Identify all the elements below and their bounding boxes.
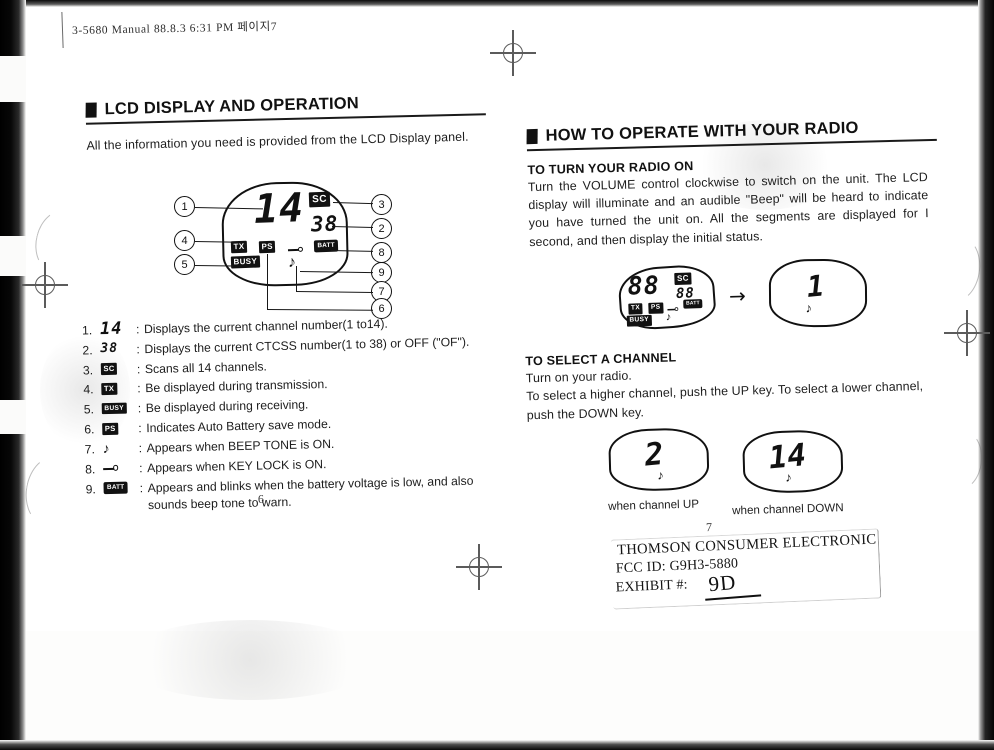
fcc-exhibit-value: 9D — [707, 569, 738, 597]
lcd-all-note-icon: ♪ — [665, 311, 672, 324]
scan-smudge — [120, 620, 380, 700]
legend-key-lock-icon — [103, 460, 139, 476]
turn-on-body: Turn the VOLUME control clockwise to swi… — [527, 169, 929, 249]
legend-item-index: 6. — [84, 422, 95, 437]
lcd-all-tx-badge: TX — [628, 303, 643, 315]
right-page-number: 7 — [705, 519, 713, 535]
left-page-number: 6 — [257, 491, 265, 507]
fcc-exhibit-label: EXHIBIT #: — [615, 577, 689, 596]
lcd-all-sc-badge: SC — [674, 272, 692, 286]
legend-symbol-text: 38 — [100, 340, 119, 357]
lcd-all-segments-digits: 88 — [627, 270, 661, 301]
legend-symbol-text: SC — [100, 362, 118, 376]
legend-segment-digits: 38 — [100, 341, 136, 357]
legend-badge-icon: TX — [101, 381, 137, 397]
leader-line — [267, 254, 269, 310]
lcd-sc-badge: SC — [308, 191, 331, 208]
fcc-stamp: THOMSON CONSUMER ELECTRONIC FCC ID: G9H3… — [610, 528, 882, 610]
scan-edge-bottom — [0, 740, 994, 750]
legend-symbol-text: BATT — [103, 481, 128, 495]
lcd-tx-badge: TX — [230, 240, 248, 254]
lcd-legend-list: 1. 14: Displays the current channel number… — [82, 313, 486, 518]
lcd-channel-down-note-icon: ♪ — [785, 469, 792, 485]
scan-edge-top — [0, 0, 994, 7]
legend-item-description: Appears and blinks when the battery volt… — [147, 473, 474, 513]
legend-item-index: 2. — [82, 343, 93, 358]
legend-symbol-text: 14 — [99, 319, 123, 340]
legend-item: 9. BATT: Appears and blinks when the batte… — [85, 472, 486, 516]
leader-line — [296, 266, 298, 292]
legend-item-index: 8. — [85, 462, 96, 477]
legend-badge-icon: BUSY — [101, 401, 138, 417]
legend-item-index: 9. — [85, 481, 96, 497]
legend-beep-note-icon: ♪ — [103, 440, 139, 456]
lcd-channel-up-note-icon: ♪ — [657, 467, 664, 483]
channel-up-caption: when channel UP — [607, 497, 700, 514]
legend-badge-icon: SC — [100, 361, 137, 377]
callout-8: 8 — [371, 242, 392, 263]
legend-item-index: 4. — [83, 382, 94, 398]
lcd-busy-badge: BUSY — [230, 255, 260, 269]
legend-segment-digits: 14 — [100, 319, 136, 340]
callout-4: 4 — [174, 230, 195, 251]
scan-edge-right — [978, 0, 994, 750]
legend-symbol-text: TX — [101, 382, 117, 396]
legend-item-index: 3. — [82, 362, 94, 378]
legend-item-index: 5. — [83, 402, 95, 417]
left-column: LCD DISPLAY AND OPERATION All the inform… — [85, 91, 486, 154]
callout-3: 3 — [371, 194, 392, 215]
callout-9: 9 — [371, 262, 392, 283]
lcd-initial-note-icon: ♪ — [805, 300, 813, 316]
lcd-ps-badge: PS — [258, 240, 276, 254]
bullet-square-icon — [85, 102, 97, 118]
legend-item-index: 1. — [81, 323, 93, 338]
bullet-square-icon — [526, 128, 538, 145]
legend-battery-icon: BATT — [103, 480, 139, 496]
lcd-all-batt-icon: BATT — [683, 299, 703, 310]
legend-badge-icon: PS — [102, 420, 138, 436]
legend-symbol-text: PS — [102, 422, 119, 435]
right-column: HOW TO OPERATE WITH YOUR RADIO TO TURN Y… — [526, 117, 939, 260]
figure-arrow-icon: → — [728, 283, 747, 309]
callout-1: 1 — [174, 196, 195, 217]
lcd-all-busy-badge: BUSY — [626, 314, 652, 327]
lcd-all-ps-badge: PS — [648, 302, 664, 314]
scanned-page: 3-5680 Manual 88.8.3 6:31 PM 페이지7 LCD DI… — [0, 0, 994, 750]
callout-2: 2 — [371, 218, 392, 239]
lcd-initial-status-digits: 1 — [805, 268, 826, 304]
lcd-beep-note-icon: ♪ — [287, 253, 297, 272]
legend-symbol-text: BUSY — [101, 402, 127, 415]
legend-symbol-text: ♪ — [102, 440, 110, 457]
callout-5: 5 — [174, 254, 195, 275]
scan-edge-left — [0, 0, 26, 750]
legend-item-index: 7. — [84, 442, 96, 457]
select-channel-block: TO SELECT A CHANNEL Turn on your radio. … — [525, 344, 935, 425]
lcd-ctcss-digits: 38 — [310, 211, 339, 237]
